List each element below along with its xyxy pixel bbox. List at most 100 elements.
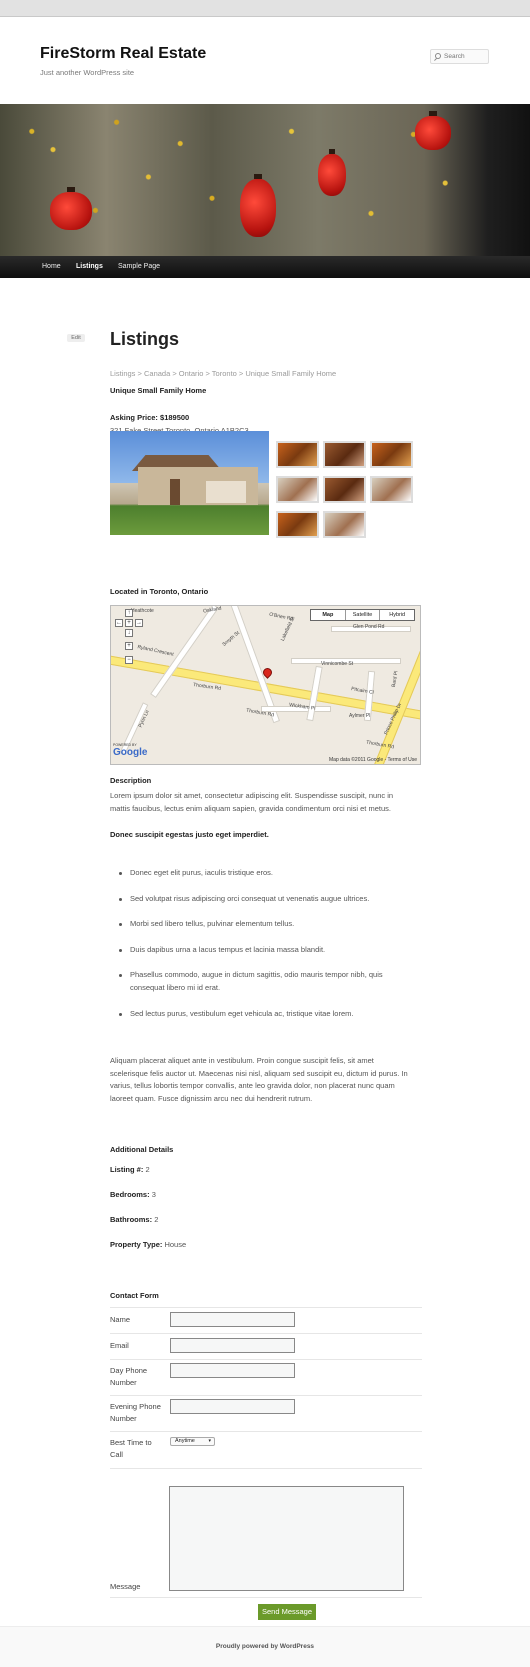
edit-link[interactable]: Edit xyxy=(67,334,85,342)
detail-label: Property Type: xyxy=(110,1240,163,1249)
evening-phone-label: Evening Phone Number xyxy=(110,1402,161,1423)
detail-bedrooms: Bedrooms: 3 xyxy=(110,1190,156,1199)
lantern xyxy=(415,111,451,150)
list-item: Sed lectus purus, vestibulum eget vehicu… xyxy=(119,1008,415,1021)
form-divider xyxy=(110,1395,422,1396)
details-heading: Additional Details xyxy=(110,1145,174,1154)
street-label: Glen Pond Rd xyxy=(353,624,385,630)
asking-price-label: Asking Price: xyxy=(110,413,158,422)
photo-thumbnail[interactable] xyxy=(276,476,319,503)
description-subheading: Donec suscipit egestas justo eget imperd… xyxy=(110,830,269,839)
day-phone-label: Day Phone Number xyxy=(110,1366,148,1387)
description-heading: Description xyxy=(110,776,152,785)
photo-thumbnail[interactable] xyxy=(323,476,366,503)
page-title: Listings xyxy=(110,329,180,349)
street-label: Vinnicombe St xyxy=(321,661,354,667)
street-label: Ryland Crescent xyxy=(136,644,175,658)
lantern xyxy=(50,187,92,230)
detail-bathrooms: Bathrooms: 2 xyxy=(110,1215,158,1224)
form-divider xyxy=(110,1359,422,1360)
street-label: Aylmer Pl xyxy=(349,713,371,719)
pan-up-icon[interactable]: ↑ xyxy=(125,609,133,617)
name-field[interactable] xyxy=(170,1312,295,1327)
listing-title: Unique Small Family Home xyxy=(110,386,207,395)
detail-value: House xyxy=(164,1240,187,1249)
street-label: O'Brien Rd xyxy=(268,611,294,623)
street-label: Heathcote xyxy=(131,608,154,614)
form-divider xyxy=(110,1307,422,1308)
footer-credit[interactable]: Proudly powered by WordPress xyxy=(0,1643,530,1650)
pan-center-icon[interactable]: + xyxy=(125,619,133,627)
photo-thumbnail[interactable] xyxy=(370,476,413,503)
map-tab[interactable]: Hybrid xyxy=(379,610,414,620)
list-item: Morbi sed libero tellus, pulvinar elemen… xyxy=(119,918,415,931)
detail-label: Bathrooms: xyxy=(110,1215,153,1224)
photo-thumbnail[interactable] xyxy=(370,441,413,468)
form-divider xyxy=(110,1333,422,1334)
nav-item-home[interactable]: Home xyxy=(42,263,61,270)
main-nav: Home Listings Sample Page xyxy=(0,256,530,278)
detail-property-type: Property Type: House xyxy=(110,1240,186,1249)
search-input[interactable] xyxy=(444,51,486,62)
detail-value: 2 xyxy=(145,1165,150,1174)
list-item: Sed volutpat risus adipiscing orci conse… xyxy=(119,893,415,906)
header-image[interactable] xyxy=(0,104,530,256)
best-time-select[interactable]: Anytime xyxy=(170,1437,215,1446)
map-tab[interactable]: Map xyxy=(311,610,345,620)
map-copyright[interactable]: Map data ©2011 Google - Terms of Use xyxy=(329,757,417,763)
nav-item-sample-page[interactable]: Sample Page xyxy=(118,263,160,270)
map-heading: Located in Toronto, Ontario xyxy=(110,587,209,596)
photo-door xyxy=(170,479,180,505)
street-label: Bard Pl xyxy=(390,670,400,688)
lantern xyxy=(318,149,346,196)
asking-price: Asking Price: $189500 xyxy=(110,413,189,422)
name-label: Name xyxy=(110,1315,131,1324)
breadcrumb[interactable]: Listings > Canada > Ontario > Toronto > … xyxy=(110,369,336,378)
detail-listing-number: Listing #: 2 xyxy=(110,1165,150,1174)
form-divider xyxy=(110,1431,422,1432)
detail-value: 3 xyxy=(151,1190,156,1199)
day-phone-field[interactable] xyxy=(170,1363,295,1378)
email-label: Email xyxy=(110,1341,129,1350)
list-item: Donec eget elit purus, iaculis tristique… xyxy=(119,867,415,880)
google-map[interactable]: Thorburn Rd Thorburn Rd Thorburn Rd Lake… xyxy=(110,605,421,765)
description-paragraph: Aliquam placerat aliquet ante in vestibu… xyxy=(110,1056,408,1103)
list-item: Phasellus commodo, augue in dictum sagit… xyxy=(119,969,415,994)
google-logo[interactable]: Google xyxy=(113,747,147,758)
email-field[interactable] xyxy=(170,1338,295,1353)
description-paragraph: Lorem ipsum dolor sit amet, consectetur … xyxy=(110,791,394,813)
nav-item-listings[interactable]: Listings xyxy=(76,263,103,270)
detail-label: Listing #: xyxy=(110,1165,144,1174)
search-box[interactable] xyxy=(430,49,489,64)
message-textarea[interactable] xyxy=(169,1486,404,1591)
zoom-in-icon[interactable]: + xyxy=(125,642,133,650)
street-label: Smyth St xyxy=(221,630,241,648)
lantern xyxy=(240,174,276,237)
pan-left-icon[interactable]: ← xyxy=(115,619,123,627)
zoom-out-icon[interactable]: − xyxy=(125,656,133,664)
photo-thumbnail[interactable] xyxy=(276,511,319,538)
main-photo[interactable] xyxy=(110,431,269,535)
photo-garage xyxy=(206,481,246,503)
photo-thumbnail[interactable] xyxy=(323,511,366,538)
photo-thumbnail[interactable] xyxy=(323,441,366,468)
photo-thumbnail[interactable] xyxy=(276,441,319,468)
map-tab[interactable]: Satellite xyxy=(344,610,380,620)
site-tagline: Just another WordPress site xyxy=(40,68,135,77)
form-divider xyxy=(110,1468,422,1469)
message-label: Message xyxy=(110,1582,141,1591)
site-title[interactable]: FireStorm Real Estate xyxy=(40,45,206,63)
list-item: Duis dapibus urna a lacus tempus et laci… xyxy=(119,944,415,957)
detail-label: Bedrooms: xyxy=(110,1190,150,1199)
pan-down-icon[interactable]: ↓ xyxy=(125,629,133,637)
best-time-label: Best Time to Call xyxy=(110,1438,152,1459)
send-message-button[interactable]: Send Message xyxy=(258,1604,316,1620)
pan-right-icon[interactable]: → xyxy=(135,619,143,627)
detail-value: 2 xyxy=(154,1215,159,1224)
evening-phone-field[interactable] xyxy=(170,1399,295,1414)
search-icon xyxy=(435,53,441,59)
asking-price-value: $189500 xyxy=(160,413,190,422)
form-divider xyxy=(110,1597,422,1598)
page: FireStorm Real Estate Just another WordP… xyxy=(0,16,530,1667)
map-type-control: Map Satellite Hybrid xyxy=(310,609,415,621)
